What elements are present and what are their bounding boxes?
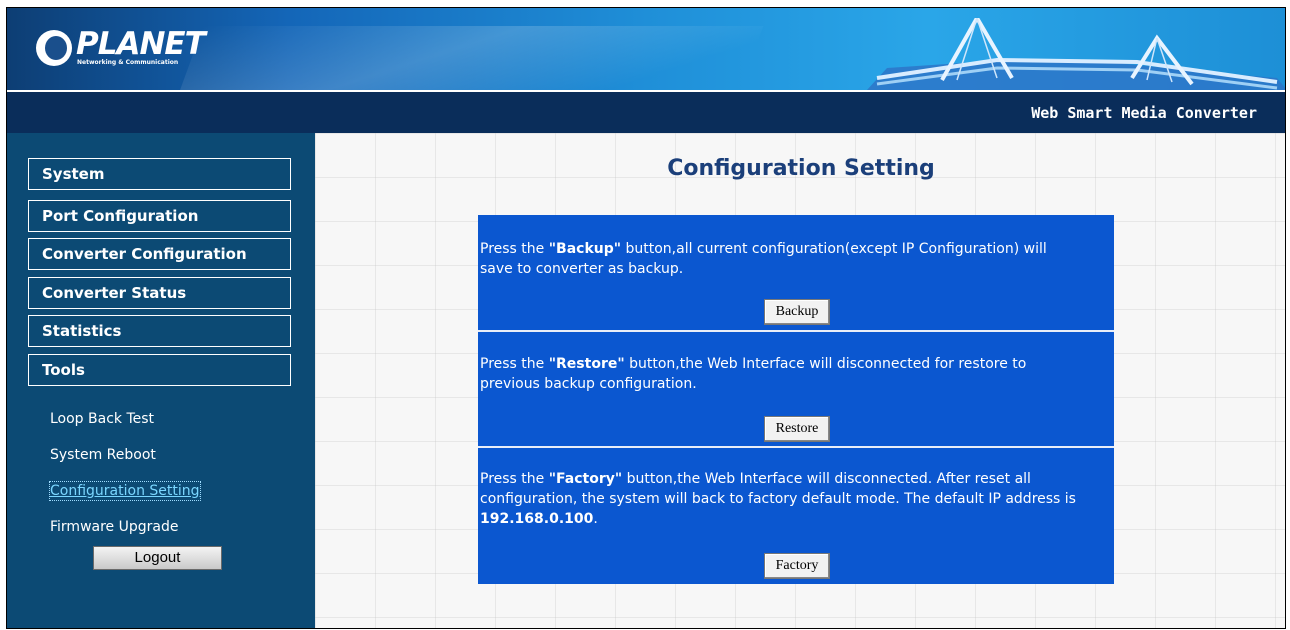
submenu-configuration-setting[interactable]: Configuration Setting — [49, 481, 201, 501]
page-title: Configuration Setting — [667, 156, 935, 181]
banner-decoration — [170, 26, 764, 90]
logout-button[interactable]: Logout — [93, 546, 222, 570]
logo-brand-text: PLANET — [76, 26, 206, 62]
default-ip-address: 192.168.0.100 — [480, 511, 594, 527]
factory-desc-keyword: "Factory" — [548, 471, 623, 487]
bridge-graphic-icon — [867, 18, 1285, 90]
factory-description: Press the "Factory" button,the Web Inter… — [480, 469, 1100, 529]
title-bar: Web Smart Media Converter — [7, 90, 1285, 133]
restore-desc-prefix: Press the — [480, 356, 549, 372]
product-title: Web Smart Media Converter — [1031, 104, 1257, 122]
app-frame: PLANET Networking & Communication Web Sm… — [6, 7, 1286, 629]
backup-description: Press the "Backup" button,all current co… — [480, 239, 1080, 279]
menu-converter-configuration[interactable]: Converter Configuration — [28, 238, 291, 270]
planet-logo: PLANET Networking & Communication — [36, 26, 216, 72]
submenu-loop-back-test[interactable]: Loop Back Test — [50, 410, 154, 428]
submenu-system-reboot[interactable]: System Reboot — [50, 446, 156, 464]
menu-converter-status[interactable]: Converter Status — [28, 277, 291, 309]
factory-desc-period: . — [593, 511, 598, 527]
menu-system[interactable]: System — [28, 158, 291, 190]
factory-button[interactable]: Factory — [764, 553, 830, 579]
sidebar: System Port Configuration Converter Conf… — [7, 133, 315, 628]
header-banner: PLANET Networking & Communication — [7, 8, 1285, 90]
main-content: Configuration Setting Press the "Backup"… — [315, 133, 1285, 628]
backup-panel: Press the "Backup" button,all current co… — [478, 215, 1114, 331]
logo-tagline: Networking & Communication — [77, 59, 179, 66]
factory-desc-prefix: Press the — [480, 471, 549, 487]
backup-button[interactable]: Backup — [764, 299, 830, 325]
menu-statistics[interactable]: Statistics — [28, 315, 291, 347]
submenu-firmware-upgrade[interactable]: Firmware Upgrade — [50, 518, 178, 536]
menu-port-configuration[interactable]: Port Configuration — [28, 200, 291, 232]
factory-panel: Press the "Factory" button,the Web Inter… — [478, 448, 1114, 584]
backup-desc-keyword: "Backup" — [548, 241, 622, 257]
backup-desc-prefix: Press the — [480, 241, 549, 257]
restore-panel: Press the "Restore" button,the Web Inter… — [478, 332, 1114, 448]
restore-desc-keyword: "Restore" — [548, 356, 625, 372]
logo-mark-icon — [36, 30, 72, 66]
menu-tools[interactable]: Tools — [28, 354, 291, 386]
restore-button[interactable]: Restore — [764, 416, 830, 442]
restore-description: Press the "Restore" button,the Web Inter… — [480, 354, 1080, 394]
